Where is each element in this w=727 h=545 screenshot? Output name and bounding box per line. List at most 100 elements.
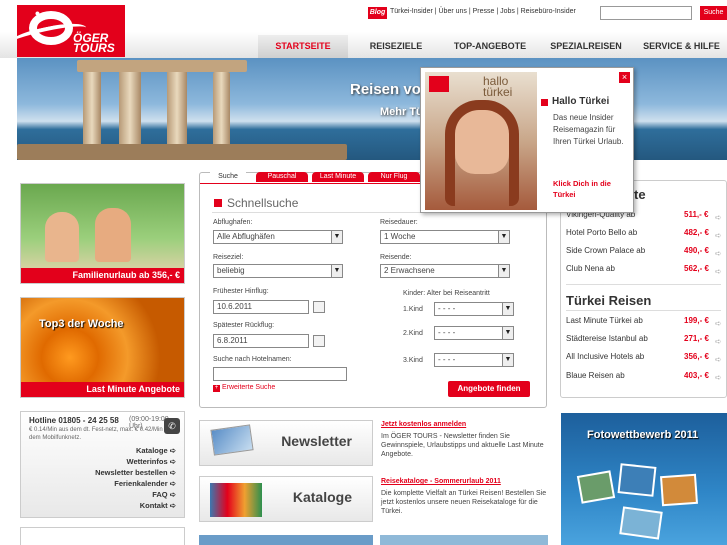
- cover-title: hallo türkei: [483, 74, 513, 99]
- site-search-button[interactable]: Suche: [700, 6, 727, 20]
- trip-row[interactable]: Blaue Reisen ab: [566, 371, 625, 380]
- link-wetterinfos[interactable]: Wetterinfos ➪: [95, 456, 177, 467]
- kataloge-title: Kataloge: [292, 489, 352, 505]
- kid3-select[interactable]: - - - - ▼: [434, 353, 514, 367]
- hotel-price[interactable]: 490,- €: [684, 246, 709, 255]
- kid2-label: 2.Kind: [403, 330, 423, 337]
- photo-contest-banner[interactable]: Fotowettbewerb 2011: [561, 413, 727, 545]
- hotline-box: Hotline 01805 - 24 25 58 (09:00-19:00 Uh…: [20, 411, 185, 518]
- chevron-down-icon: ▼: [331, 231, 342, 243]
- trip-price[interactable]: 356,- €: [684, 352, 709, 361]
- link-newsletter[interactable]: Newsletter bestellen ➪: [95, 467, 176, 478]
- kid1-select[interactable]: - - - - ▼: [434, 302, 514, 316]
- trip-row[interactable]: Last Minute Türkei ab: [566, 316, 643, 325]
- trip-row[interactable]: All Inclusive Hotels ab: [566, 352, 644, 361]
- destination-select[interactable]: beliebig ▼: [213, 264, 343, 278]
- popup-link[interactable]: Klick Dich in die Türkei: [553, 178, 633, 200]
- hotel-price[interactable]: 511,- €: [684, 210, 708, 219]
- bottom-image: [199, 535, 373, 545]
- arrow-icons: ➪ ➪ ➪ ➪: [715, 319, 722, 382]
- kataloge-promo[interactable]: Kataloge: [199, 476, 373, 522]
- link-faq[interactable]: FAQ ➪: [95, 489, 176, 500]
- hotel-name-input[interactable]: [213, 367, 347, 381]
- hotel-row[interactable]: Hotel Porto Bello ab: [566, 228, 637, 237]
- hotel-row[interactable]: Club Nena ab: [566, 264, 615, 273]
- plus-icon: +: [213, 385, 220, 392]
- chevron-down-icon: ▼: [502, 303, 513, 315]
- calendar-icon[interactable]: [313, 301, 325, 313]
- oeger-tours-logo[interactable]: •• ÖGER TOURS: [17, 5, 125, 57]
- trip-price[interactable]: 271,- €: [684, 334, 709, 343]
- trip-price[interactable]: 199,- €: [684, 316, 709, 325]
- magazine-cover[interactable]: hallo türkei: [425, 72, 537, 210]
- bottom-image-2: [380, 535, 548, 545]
- popup-title: Hallo Türkei: [552, 96, 610, 107]
- airport-label: Abflughafen:: [213, 219, 253, 226]
- earliest-label: Frühester Hinflug:: [213, 288, 269, 295]
- hotel-price[interactable]: 562,- €: [684, 264, 709, 273]
- travellers-select[interactable]: 2 Erwachsene ▼: [380, 264, 510, 278]
- hotline-title: Hotline 01805 - 24 25 58: [29, 416, 119, 425]
- hotel-label: Suche nach Hotelnamen:: [213, 356, 292, 363]
- hero-subtitle: Mehr Tü: [380, 106, 423, 118]
- hotel-row[interactable]: Side Crown Palace ab: [566, 246, 645, 255]
- chevron-down-icon: ▼: [331, 265, 342, 277]
- nav-startseite[interactable]: STARTSEITE: [258, 35, 348, 58]
- chevron-down-icon: ▼: [502, 327, 513, 339]
- duration-label: Reisedauer:: [380, 219, 418, 226]
- envelope-icon: [210, 424, 254, 456]
- duration-select[interactable]: 1 Woche ▼: [380, 230, 510, 244]
- news-body: Im ÖGER TOURS - Newsletter finden Sie Ge…: [381, 433, 544, 458]
- family-tile-caption: Familienurlaub ab 356,- €: [21, 268, 184, 283]
- nav-spezialreisen[interactable]: SPEZIALREISEN: [542, 35, 630, 58]
- extended-search-link[interactable]: + Erweiterte Suche: [213, 384, 275, 392]
- family-tile[interactable]: Familienurlaub ab 356,- €: [20, 183, 185, 284]
- nav-top-angebote[interactable]: TOP-ANGEBOTE: [444, 35, 536, 58]
- top3-tile[interactable]: Top3 der Woche Last Minute Angebote: [20, 297, 185, 398]
- chevron-down-icon: ▼: [498, 231, 509, 243]
- phone-icon: ✆: [164, 418, 180, 434]
- search-title: Schnellsuche: [227, 196, 299, 210]
- catalog-icon: [210, 483, 262, 517]
- link-kataloge[interactable]: Kataloge ➪: [95, 445, 176, 456]
- kid3-label: 3.Kind: [403, 357, 423, 364]
- tab-suche[interactable]: Suche: [210, 172, 246, 182]
- arrow-icon: [214, 199, 222, 207]
- top3-title: Top3 der Woche: [39, 318, 124, 330]
- lastminute-caption: Last Minute Angebote: [21, 382, 184, 397]
- link-ferienkalender[interactable]: Ferienkalender ➪: [95, 478, 176, 489]
- latest-label: Spätester Rückflug:: [213, 322, 275, 329]
- calendar-icon[interactable]: [313, 335, 325, 347]
- latest-date-input[interactable]: 6.8.2011: [213, 334, 309, 348]
- blog-icon[interactable]: Blog: [368, 7, 387, 19]
- arrow-icons: ➪ ➪ ➪ ➪: [715, 213, 722, 276]
- find-offers-button[interactable]: Angebote finden: [448, 381, 530, 397]
- magazine-popup: hallo türkei × Hallo Türkei Das neue Ins…: [420, 67, 634, 213]
- news-title[interactable]: Reisekataloge - Sommerurlaub 2011: [381, 478, 501, 485]
- hotline-note: € 0.14/Min aus dem dt. Fest-netz, max. €…: [29, 427, 175, 441]
- tab-pauschal[interactable]: Pauschal: [256, 172, 308, 182]
- nav-reiseziele[interactable]: REISEZIELE: [356, 35, 436, 58]
- nav-service-hilfe[interactable]: SERVICE & HILFE: [636, 35, 727, 58]
- top-links[interactable]: Türkei-Insider | Über uns | Presse | Job…: [390, 8, 576, 15]
- trip-price[interactable]: 403,- €: [684, 371, 709, 380]
- hotel-price[interactable]: 482,- €: [684, 228, 709, 237]
- kid2-select[interactable]: - - - - ▼: [434, 326, 514, 340]
- news-title[interactable]: Jetzt kostenlos anmelden: [381, 421, 466, 428]
- tab-last-minute[interactable]: Last Minute: [312, 172, 364, 182]
- earliest-date-input[interactable]: 10.6.2011: [213, 300, 309, 314]
- close-icon[interactable]: ×: [619, 72, 630, 83]
- newsletter-promo[interactable]: Newsletter: [199, 420, 373, 466]
- tab-nur-flug[interactable]: Nur Flug: [368, 172, 420, 182]
- children-label: Kinder: Alter bei Reiseantritt: [403, 290, 490, 297]
- link-kontakt[interactable]: Kontakt ➪: [95, 500, 176, 511]
- turkey-trips-heading: Türkei Reisen: [566, 293, 652, 308]
- site-search-input[interactable]: [600, 6, 692, 20]
- arrow-icon: [541, 99, 548, 106]
- trip-row[interactable]: Städtereise Istanbul ab: [566, 334, 648, 343]
- airport-select[interactable]: Alle Abflughäfen ▼: [213, 230, 343, 244]
- newsletter-title: Newsletter: [281, 433, 352, 449]
- hero-title: Reisen vo: [350, 81, 421, 98]
- left-bottom-box: [20, 527, 185, 545]
- travellers-label: Reisende:: [380, 254, 412, 261]
